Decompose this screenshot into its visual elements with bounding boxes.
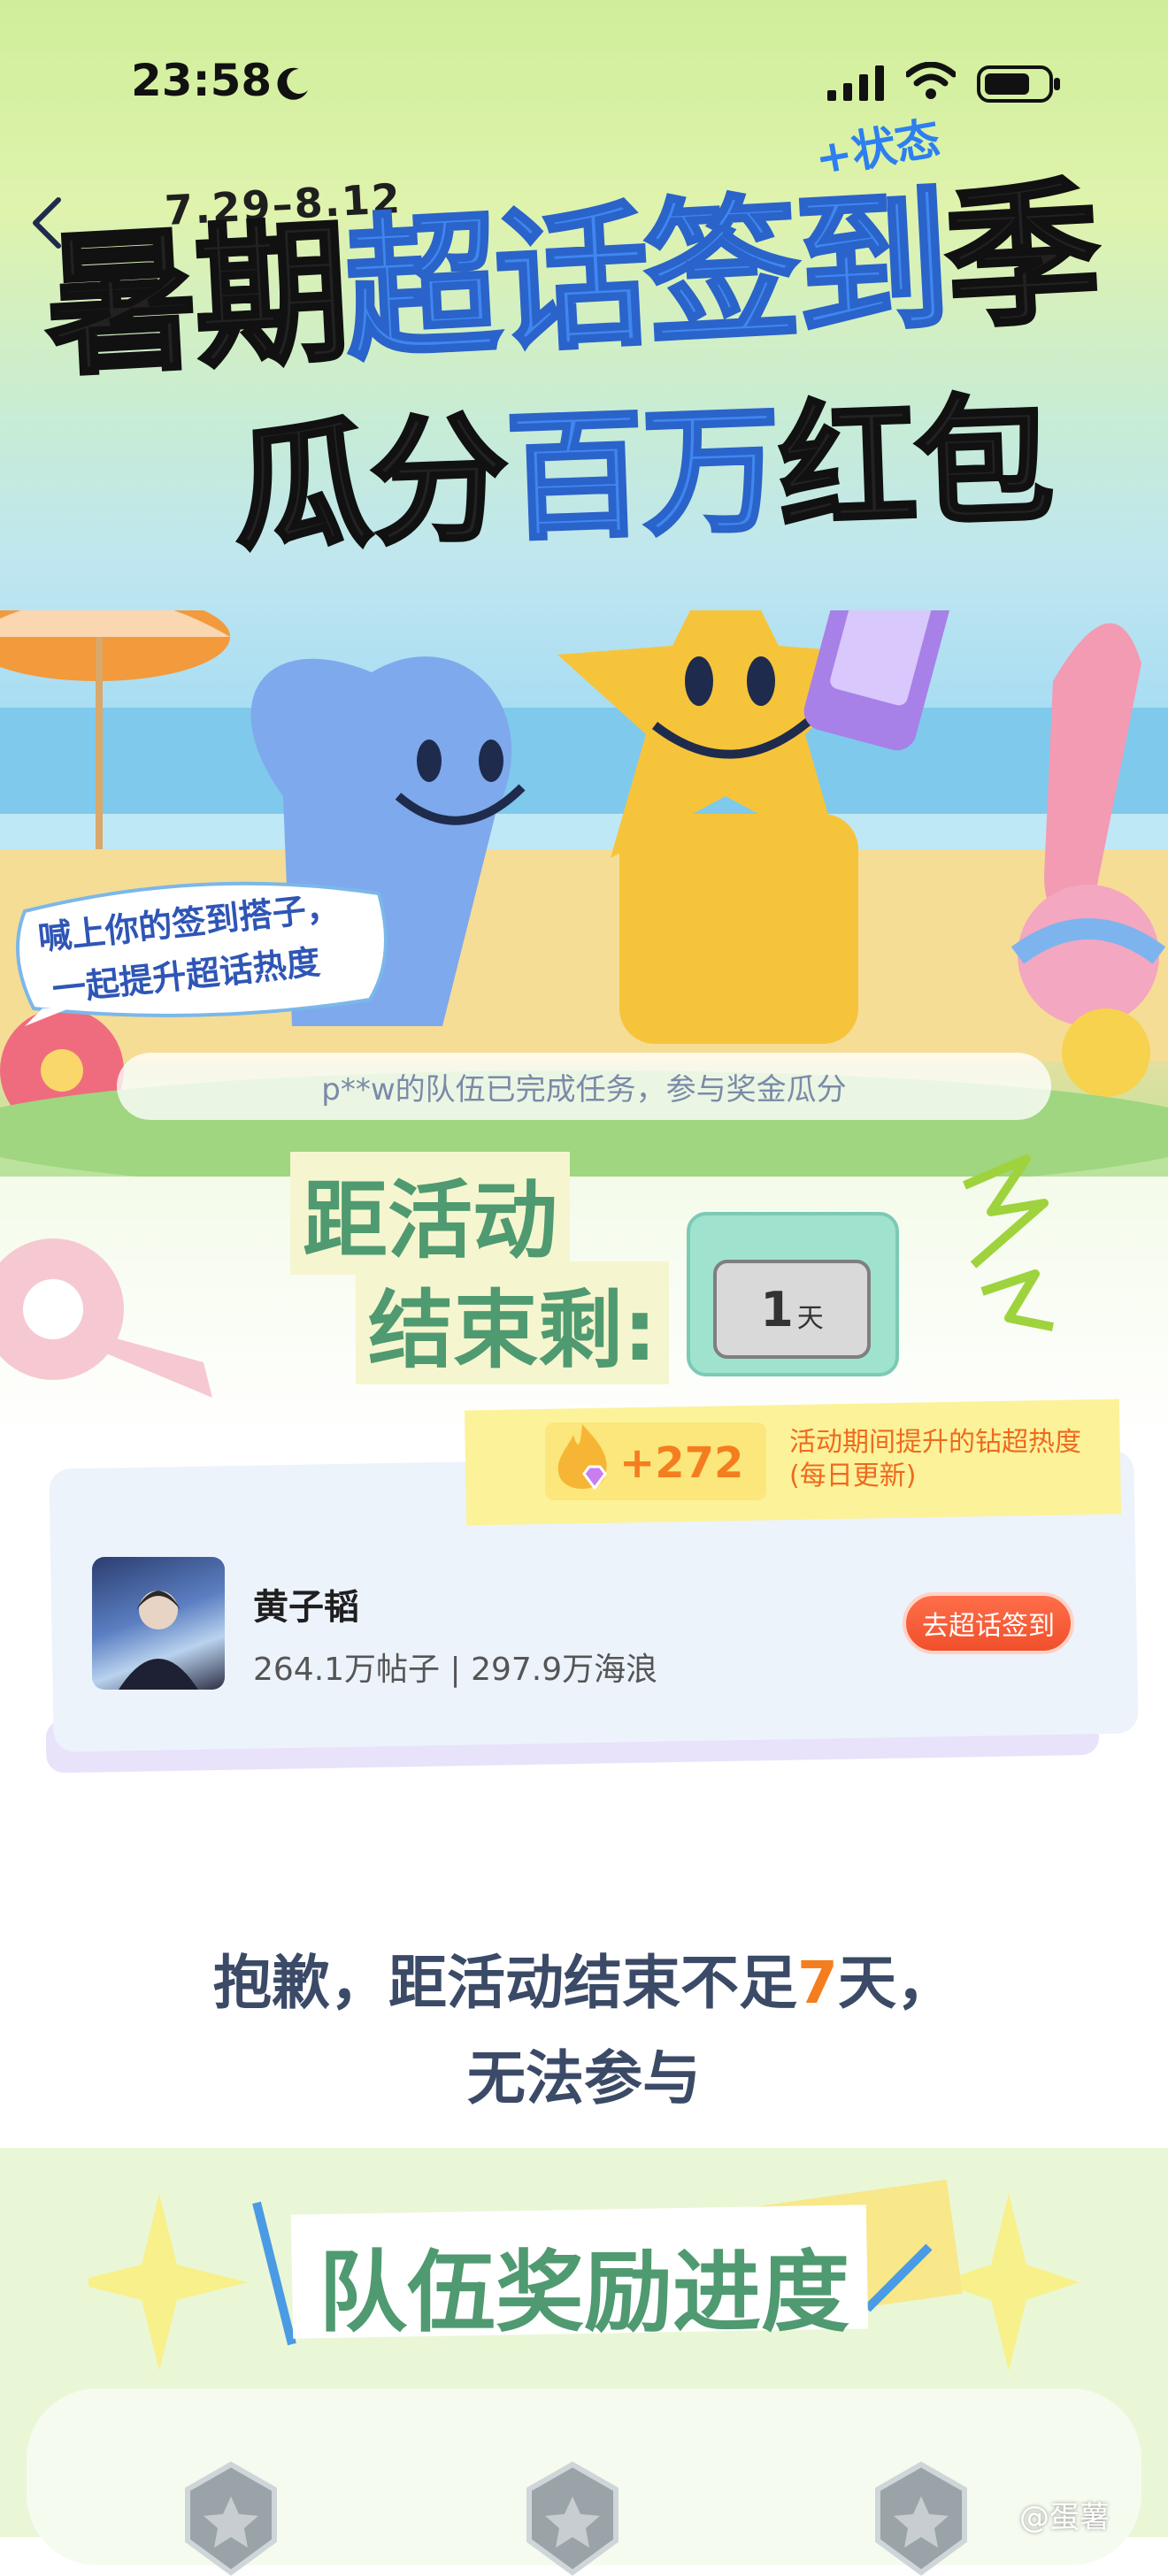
page-title-line2: 瓜分百万红包 xyxy=(230,378,1057,571)
ineligible-message-line1: 抱歉，距活动结束不足7天， xyxy=(0,1936,1168,2020)
title-part: 暑期 xyxy=(38,201,351,400)
title-part: 季 xyxy=(940,162,1103,353)
message-highlight-number: 7 xyxy=(797,1949,838,2017)
title-part: 红包 xyxy=(774,378,1056,552)
watermark: @蛋薯 xyxy=(1019,2500,1110,2535)
hero-banner: 23:58 7.29–8.12 +状态 暑期超话签到季 瓜分百万红包 喊上你的签… xyxy=(0,0,1168,1177)
message-text: 天， xyxy=(837,1949,955,2017)
medal-icon xyxy=(185,2461,277,2576)
supertopic-name[interactable]: 黄子韬 xyxy=(253,1578,359,1629)
medal-icon xyxy=(875,2461,967,2576)
cellular-signal-icon xyxy=(827,65,884,101)
flame-diamond-icon xyxy=(557,1424,607,1491)
heat-value: +272 xyxy=(619,1438,744,1488)
team-section-title: 队伍奖励进度 xyxy=(319,2241,849,2344)
countdown-label-line2: 结束剩: xyxy=(356,1261,670,1384)
title-highlight: 超话签到 xyxy=(339,170,953,384)
title-highlight: 百万 xyxy=(502,387,783,562)
wifi-icon xyxy=(906,62,956,99)
avatar[interactable] xyxy=(92,1557,225,1690)
medal-icon xyxy=(526,2461,619,2576)
moon-icon xyxy=(277,67,308,100)
status-time: 23:58 xyxy=(131,55,273,106)
heat-description: 活动期间提升的钻超热度(每日更新) xyxy=(789,1427,1081,1491)
title-part: 瓜分 xyxy=(230,396,511,571)
supertopic-stats: 264.1万帖子 | 297.9万海浪 xyxy=(253,1652,658,1688)
battery-icon xyxy=(977,65,1060,103)
countdown-unit: 天 xyxy=(796,1303,824,1334)
message-text: 抱歉，距活动结束不足 xyxy=(213,1949,798,2017)
lightning-decoration xyxy=(963,1154,1054,1331)
avatar-image xyxy=(119,1591,198,1690)
go-checkin-button[interactable]: 去超话签到 xyxy=(903,1592,1074,1654)
tape-roll-decoration xyxy=(0,1238,212,1398)
ineligible-message-line2: 无法参与 xyxy=(467,2044,701,2112)
team-notice: p**w的队伍已完成任务，参与奖金瓜分 xyxy=(117,1053,1051,1120)
countdown-label-line1: 距活动 xyxy=(290,1152,570,1275)
countdown-display: 1 天 xyxy=(713,1260,871,1359)
countdown-value: 1 xyxy=(760,1281,794,1338)
